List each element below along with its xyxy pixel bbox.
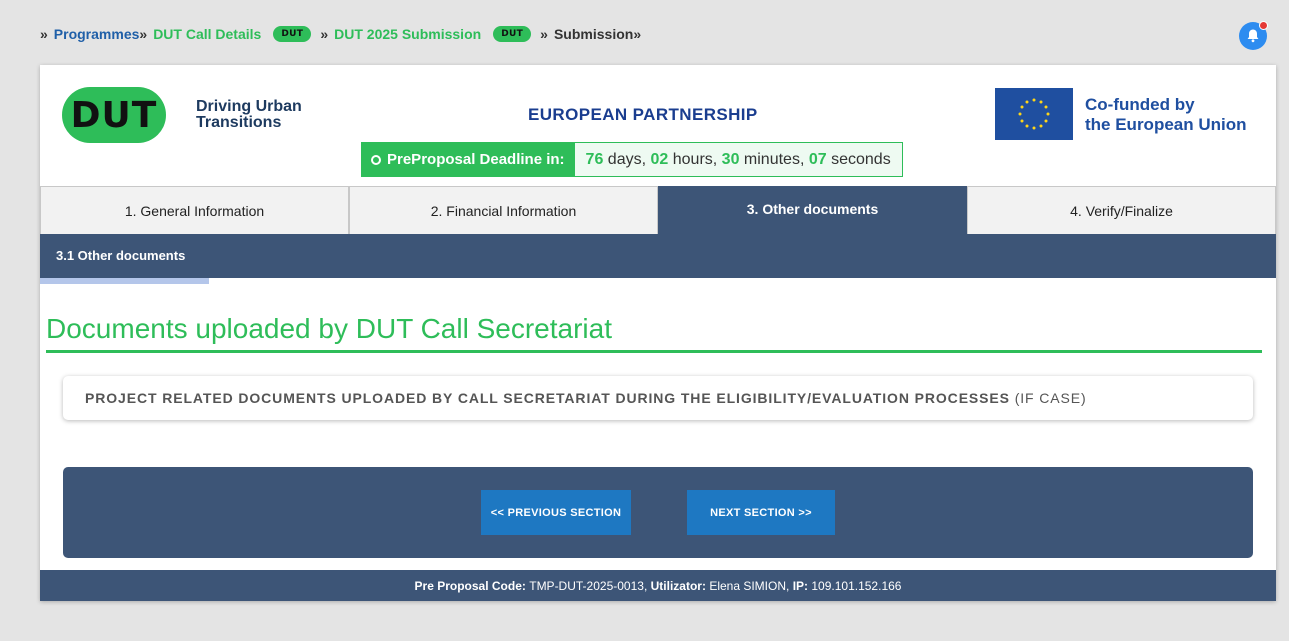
submission-card: DUT Driving Urban Transitions EUROPEAN P… xyxy=(40,65,1276,601)
eu-flag-icon xyxy=(995,88,1073,140)
documents-panel: PROJECT RELATED DOCUMENTS UPLOADED BY CA… xyxy=(63,376,1253,420)
footer-code-label: Pre Proposal Code: xyxy=(414,578,526,593)
clock-icon xyxy=(371,154,381,165)
dut-logo: DUT xyxy=(62,87,166,143)
subsection-item-other-documents[interactable]: 3.1 Other documents xyxy=(56,248,185,263)
section-tabs: 1. General Information 2. Financial Info… xyxy=(40,186,1276,234)
notification-bell-button[interactable] xyxy=(1239,21,1268,50)
breadcrumb: » Programmes » DUT Call Details DUT » DU… xyxy=(40,24,641,44)
dut-logo-caption: Driving Urban Transitions xyxy=(196,98,302,131)
breadcrumb-separator: » xyxy=(139,26,148,42)
footer-user-label: Utilizator: xyxy=(650,578,706,593)
next-section-button[interactable]: NEXT SECTION >> xyxy=(687,490,835,535)
deadline-hours: 02 xyxy=(650,150,669,168)
deadline-seconds: 07 xyxy=(808,150,827,168)
deadline-countdown: PreProposal Deadline in: 76 days, 02 hou… xyxy=(361,142,903,177)
notification-dot xyxy=(1259,21,1268,30)
deadline-label: PreProposal Deadline in: xyxy=(387,151,565,168)
tab-other-documents[interactable]: 3. Other documents xyxy=(658,186,967,234)
tab-general-information[interactable]: 1. General Information xyxy=(40,186,349,234)
eu-cofunded-text: Co-funded by the European Union xyxy=(1085,95,1247,134)
documents-panel-heading: PROJECT RELATED DOCUMENTS UPLOADED BY CA… xyxy=(85,390,1010,406)
tab-financial-information[interactable]: 2. Financial Information xyxy=(349,186,658,234)
footer-code-value: TMP-DUT-2025-0013, xyxy=(529,578,648,593)
dut-badge: DUT xyxy=(493,26,532,42)
breadcrumb-separator: » xyxy=(320,26,329,42)
partnership-title: EUROPEAN PARTNERSHIP xyxy=(528,105,758,124)
breadcrumb-call-details-link[interactable]: DUT Call Details xyxy=(153,26,261,42)
footer-ip-value: 109.101.152.166 xyxy=(811,578,902,593)
deadline-days: 76 xyxy=(585,150,604,168)
section-divider xyxy=(46,350,1262,353)
section-navigation: << PREVIOUS SECTION NEXT SECTION >> xyxy=(63,467,1253,558)
breadcrumb-current: Submission» xyxy=(553,26,642,42)
breadcrumb-separator: » xyxy=(540,26,548,42)
subsection-nav: 3.1 Other documents xyxy=(40,234,1276,278)
footer-user-value: Elena SIMION, xyxy=(709,578,790,593)
deadline-minutes: 30 xyxy=(721,150,740,168)
previous-section-button[interactable]: << PREVIOUS SECTION xyxy=(481,490,631,535)
section-title: Documents uploaded by DUT Call Secretari… xyxy=(46,313,612,344)
tab-verify-finalize[interactable]: 4. Verify/Finalize xyxy=(967,186,1276,234)
footer-ip-label: IP: xyxy=(792,578,809,593)
documents-panel-suffix: (IF CASE) xyxy=(1014,390,1087,406)
footer-info: Pre Proposal Code: TMP-DUT-2025-0013, Ut… xyxy=(40,570,1276,601)
subsection-active-indicator xyxy=(40,278,209,284)
notification-bell-icon xyxy=(1247,29,1259,43)
breadcrumb-submission-2025-link[interactable]: DUT 2025 Submission xyxy=(334,26,481,42)
breadcrumb-programmes-link[interactable]: Programmes xyxy=(54,26,140,42)
dut-badge: DUT xyxy=(273,26,312,42)
breadcrumb-separator: » xyxy=(40,26,48,42)
